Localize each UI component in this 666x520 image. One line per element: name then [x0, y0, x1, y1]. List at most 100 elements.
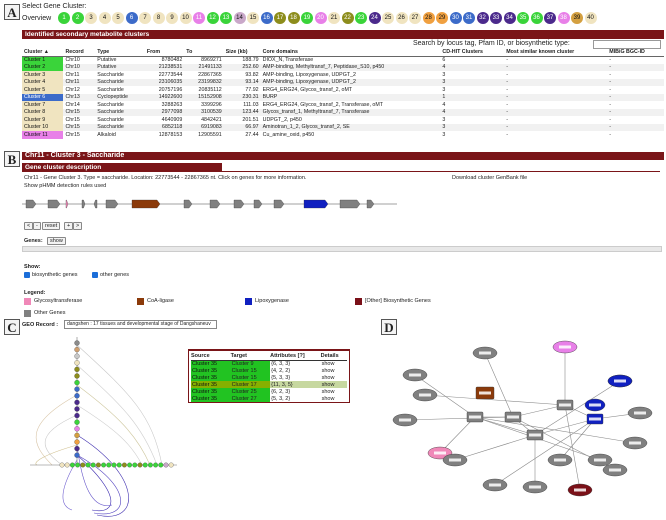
cell-cluster[interactable]: Cluster 6 — [22, 93, 64, 101]
arc-node[interactable] — [74, 393, 80, 399]
cluster-circle-35[interactable]: 35 — [517, 12, 529, 24]
table-row[interactable]: Cluster 10 Chr15 Saccharide 6852118 6919083 6… — [22, 123, 664, 131]
edge-details-link[interactable]: show — [321, 374, 347, 381]
cluster-circle-29[interactable]: 29 — [436, 12, 448, 24]
gene-arrow[interactable] — [303, 199, 329, 209]
arc-node[interactable] — [132, 462, 138, 468]
gene-map[interactable] — [22, 194, 402, 214]
col-header-type[interactable]: Type — [95, 49, 145, 57]
cluster-circle-20[interactable]: 20 — [314, 12, 327, 24]
cluster-circle-18[interactable]: 18 — [287, 12, 300, 24]
arc-node[interactable] — [116, 462, 122, 468]
cluster-circle-26[interactable]: 26 — [395, 12, 408, 24]
cluster-circle-39[interactable]: 39 — [571, 12, 583, 24]
cluster-circle-38[interactable]: 38 — [557, 12, 570, 24]
arc-node[interactable] — [168, 462, 174, 468]
cluster-circle-16[interactable]: 16 — [260, 12, 273, 24]
cluster-circle-13[interactable]: 13 — [220, 12, 232, 24]
edge-row[interactable]: Cluster 35 Cluster 9 {6, 3, 3} show — [191, 360, 347, 367]
col-header-from[interactable]: From — [144, 49, 185, 57]
gene-arrow[interactable] — [131, 199, 161, 209]
arc-node[interactable] — [74, 353, 80, 359]
cell-cluster[interactable]: Cluster 2 — [22, 63, 64, 71]
cell-cluster[interactable]: Cluster 7 — [22, 101, 64, 109]
arc-node[interactable] — [74, 379, 80, 386]
col-header-mibig-bgc-id[interactable]: MIBiG BGC-ID — [607, 49, 664, 57]
arc-node[interactable] — [74, 439, 80, 445]
arc-node[interactable] — [74, 445, 80, 452]
cell-cluster[interactable]: Cluster 8 — [22, 108, 64, 116]
table-row[interactable]: Cluster 1 Chr10 Putative 8780482 8969271 188.… — [22, 56, 664, 64]
arc-node[interactable] — [74, 426, 80, 432]
gene-arrow[interactable] — [253, 199, 263, 209]
cell-cluster[interactable]: Cluster 4 — [22, 78, 64, 86]
edge-row[interactable]: Cluster 35 Cluster 27 {5, 3, 2} show — [191, 395, 347, 402]
arc-node[interactable] — [74, 412, 80, 419]
cell-cluster[interactable]: Cluster 1 — [22, 56, 64, 64]
col-header-size-kb-[interactable]: Size (kb) — [223, 49, 261, 57]
gene-arrow[interactable] — [25, 199, 37, 209]
cluster-circle-14[interactable]: 14 — [233, 12, 246, 24]
arc-node[interactable] — [106, 462, 112, 468]
table-row[interactable]: Cluster 11 Chr15 Alkaloid 12878153 12905591 2… — [22, 131, 664, 139]
arc-node[interactable] — [74, 452, 80, 458]
cluster-circle-23[interactable]: 23 — [355, 12, 367, 24]
edge-row[interactable]: Cluster 35 Cluster 15 {4, 2, 2} show — [191, 367, 347, 374]
other-genes-checkbox[interactable] — [92, 272, 98, 278]
cell-cluster[interactable]: Cluster 10 — [22, 123, 64, 131]
arc-node[interactable] — [127, 462, 133, 468]
edge-row[interactable]: Cluster 35 Cluster 15 {5, 3, 3} show — [191, 374, 347, 381]
gene-arrow[interactable] — [366, 199, 375, 209]
arc-node[interactable] — [121, 462, 127, 468]
arc-node[interactable] — [74, 373, 80, 379]
arc-node[interactable] — [153, 462, 159, 468]
arc-node[interactable] — [85, 462, 91, 468]
cell-cluster[interactable]: Cluster 11 — [22, 131, 64, 139]
col-header-cd-hit-clusters[interactable]: CD-HIT Clusters — [440, 49, 505, 57]
search-input[interactable] — [593, 40, 661, 49]
genes-show-button[interactable]: show — [47, 237, 66, 245]
arc-node[interactable] — [158, 462, 164, 468]
cluster-circle-4[interactable]: 4 — [98, 12, 111, 24]
cluster-circle-3[interactable]: 3 — [85, 12, 97, 24]
genes-scrollbar[interactable] — [22, 246, 662, 252]
cluster-circle-9[interactable]: 9 — [166, 12, 178, 24]
edge-details-link[interactable]: show — [321, 395, 347, 402]
cluster-circle-2[interactable]: 2 — [71, 12, 84, 24]
biosynthetic-genes-checkbox[interactable] — [24, 272, 30, 278]
cluster-circle-17[interactable]: 17 — [274, 12, 286, 24]
geo-record-select[interactable]: dangshen : 17 tissues and developmental … — [64, 320, 217, 329]
cell-cluster[interactable]: Cluster 5 — [22, 86, 64, 94]
gene-arrow[interactable] — [339, 199, 361, 209]
gene-arrow[interactable] — [233, 199, 245, 209]
cluster-circle-27[interactable]: 27 — [409, 12, 421, 24]
arc-node[interactable] — [69, 462, 75, 468]
gene-arrow[interactable] — [81, 199, 86, 209]
cluster-circle-6[interactable]: 6 — [125, 12, 138, 24]
cluster-circle-37[interactable]: 37 — [544, 12, 556, 24]
edge-row[interactable]: Cluster 35 Cluster 17 {11, 3, 5} show — [191, 381, 347, 388]
cluster-circle-28[interactable]: 28 — [422, 12, 435, 24]
cluster-circle-15[interactable]: 15 — [247, 12, 259, 24]
cluster-circle-40[interactable]: 40 — [584, 12, 597, 24]
arc-node[interactable] — [74, 386, 80, 392]
gene-arrow[interactable] — [65, 199, 69, 209]
cluster-circle-5[interactable]: 5 — [112, 12, 124, 24]
edge-details-link[interactable]: show — [321, 367, 347, 374]
cluster-circle-7[interactable]: 7 — [139, 12, 151, 24]
cluster-circle-10[interactable]: 10 — [179, 12, 192, 24]
cell-cluster[interactable]: Cluster 9 — [22, 116, 64, 124]
arc-node[interactable] — [74, 432, 80, 439]
table-row[interactable]: Cluster 3 Chr11 Saccharide 22773544 22867365… — [22, 71, 664, 79]
edge-row[interactable]: Cluster 35 Cluster 25 {6, 2, 3} show — [191, 388, 347, 395]
gene-arrow[interactable] — [273, 199, 285, 209]
arc-node[interactable] — [142, 462, 148, 468]
gene-arrow[interactable] — [47, 199, 61, 209]
scroll-right-button[interactable]: > — [73, 222, 83, 230]
cluster-circle-25[interactable]: 25 — [382, 12, 394, 24]
cluster-circle-11[interactable]: 11 — [193, 12, 205, 24]
arc-node[interactable] — [147, 462, 153, 468]
download-genbank-link[interactable]: Download cluster GenBank file — [452, 175, 527, 181]
overview-link[interactable]: Overview — [22, 15, 51, 22]
arc-node[interactable] — [90, 462, 96, 468]
